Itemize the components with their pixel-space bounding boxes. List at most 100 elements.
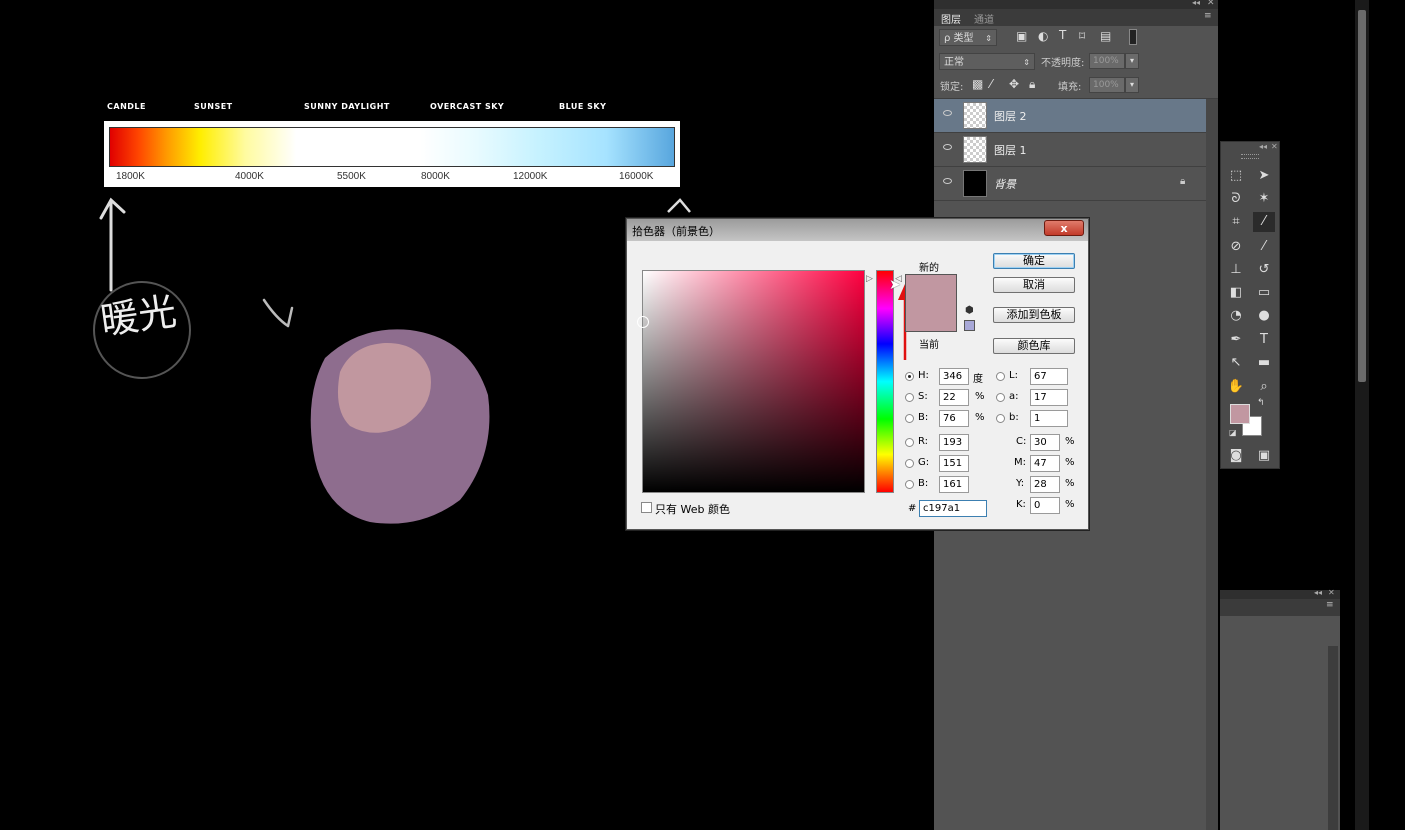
opacity-field[interactable]: 100% <box>1089 53 1125 69</box>
screen-mode-icon[interactable]: ▣ <box>1253 446 1275 466</box>
filter-kind-select[interactable]: ρ 类型 ⇕ <box>939 29 997 46</box>
image-filter-icon[interactable]: ▣ <box>1016 29 1027 43</box>
swap-colors-icon[interactable]: ↰ <box>1257 398 1265 408</box>
eraser-tool-icon[interactable]: ◧ <box>1225 283 1247 303</box>
dodge-tool-icon[interactable]: ● <box>1253 306 1275 326</box>
r-field[interactable]: 193 <box>939 434 969 451</box>
collapse-icon[interactable]: ◂◂ <box>1192 0 1200 7</box>
radio-lab-b[interactable] <box>996 414 1005 423</box>
radio-g[interactable] <box>905 459 914 468</box>
layer-row-2[interactable]: 图层 2 <box>934 99 1206 133</box>
pen-tool-icon[interactable]: ✒ <box>1225 330 1247 350</box>
grip-handle[interactable] <box>1241 154 1259 159</box>
shape-filter-icon[interactable]: ⌑ <box>1079 29 1085 43</box>
radio-s[interactable] <box>905 393 914 402</box>
radio-l[interactable] <box>996 372 1005 381</box>
g-field[interactable]: 151 <box>939 455 969 472</box>
arrow-up-right-stroke <box>667 198 691 213</box>
dialog-titlebar[interactable]: 拾色器（前景色） x <box>627 219 1088 241</box>
eyedropper-tool-icon[interactable]: ⁄ <box>1253 212 1275 232</box>
close-icon[interactable]: ✕ <box>1328 588 1335 597</box>
layer-row-background[interactable]: 背景 🔒︎ <box>934 167 1206 201</box>
radio-rgb-b[interactable] <box>905 480 914 489</box>
tab-layers[interactable]: 图层 <box>941 11 961 26</box>
panel-menu-icon[interactable]: ≡ <box>1326 600 1334 610</box>
radio-r[interactable] <box>905 438 914 447</box>
collapse-icon[interactable]: ◂◂ <box>1259 142 1267 151</box>
close-icon[interactable]: ✕ <box>1271 142 1278 151</box>
hue-slider-left-arrow[interactable]: ▷ <box>866 274 873 284</box>
radio-b[interactable] <box>905 414 914 423</box>
web-only-checkbox[interactable] <box>641 502 652 513</box>
marquee-tool-icon[interactable]: ⬚ <box>1225 166 1247 186</box>
color-field[interactable] <box>637 270 865 493</box>
lasso-tool-icon[interactable]: ᘐ <box>1225 189 1247 209</box>
blend-mode-select[interactable]: 正常 ⇕ <box>939 53 1035 70</box>
quick-mask-icon[interactable]: ◙ <box>1225 446 1247 466</box>
filter-toggle[interactable] <box>1129 29 1137 45</box>
secondary-scrollbar[interactable] <box>1328 646 1338 830</box>
panel-menu-icon[interactable]: ≡ <box>1204 11 1212 21</box>
eye-icon[interactable] <box>943 178 952 184</box>
h-field[interactable]: 346 <box>939 368 969 385</box>
lock-all-icon[interactable]: 🔒︎ <box>1029 77 1035 92</box>
radio-h[interactable] <box>905 372 914 381</box>
web-safe-swatch-icon[interactable] <box>964 320 975 331</box>
lock-position-icon[interactable]: ✥ <box>1009 77 1019 91</box>
rgb-b-field[interactable]: 161 <box>939 476 969 493</box>
path-selection-tool-icon[interactable]: ↖ <box>1225 353 1247 373</box>
y-field[interactable]: 28 <box>1030 476 1060 493</box>
foreground-color-swatch[interactable] <box>1230 404 1250 424</box>
move-tool-icon[interactable]: ➤ <box>1253 166 1275 186</box>
brush-tool-icon[interactable]: ⁄ <box>1253 237 1275 257</box>
history-brush-tool-icon[interactable]: ↺ <box>1253 260 1275 280</box>
m-field[interactable]: 47 <box>1030 455 1060 472</box>
hand-tool-icon[interactable]: ✋ <box>1225 377 1247 397</box>
s-field[interactable]: 22 <box>939 389 969 406</box>
opacity-dropdown-icon[interactable]: ▾ <box>1125 53 1139 69</box>
crop-tool-icon[interactable]: ⌗ <box>1225 212 1247 232</box>
fill-dropdown-icon[interactable]: ▾ <box>1125 77 1139 93</box>
collapse-icon[interactable]: ◂◂ <box>1314 588 1322 597</box>
hue-slider[interactable] <box>876 270 894 493</box>
l-field[interactable]: 67 <box>1030 368 1068 385</box>
eye-icon[interactable] <box>943 144 952 150</box>
tab-channels[interactable]: 通道 <box>974 11 994 26</box>
smart-object-filter-icon[interactable]: ▤ <box>1100 29 1111 43</box>
dialog-close-button[interactable]: x <box>1044 220 1084 236</box>
blur-tool-icon[interactable]: ◔ <box>1225 306 1247 326</box>
hex-field[interactable]: c197a1 <box>919 500 987 517</box>
c-field[interactable]: 30 <box>1030 434 1060 451</box>
rectangle-tool-icon[interactable]: ▬ <box>1253 353 1275 373</box>
color-libraries-button[interactable]: 颜色库 <box>993 338 1075 354</box>
cancel-button[interactable]: 取消 <box>993 277 1075 293</box>
layer-name: 背景 <box>994 178 1016 191</box>
default-colors-icon[interactable]: ◪ <box>1229 428 1237 437</box>
magic-wand-tool-icon[interactable]: ✶ <box>1253 189 1275 209</box>
type-tool-icon[interactable]: T <box>1253 330 1275 350</box>
clone-stamp-tool-icon[interactable]: ⊥ <box>1225 260 1247 280</box>
fill-field[interactable]: 100% <box>1089 77 1125 93</box>
radio-a[interactable] <box>996 393 1005 402</box>
b-field[interactable]: 76 <box>939 410 969 427</box>
a-field[interactable]: 17 <box>1030 389 1068 406</box>
gradient-tool-icon[interactable]: ▭ <box>1253 283 1275 303</box>
healing-brush-tool-icon[interactable]: ⊘ <box>1225 237 1247 257</box>
lock-brush-icon[interactable]: ⁄ <box>990 77 992 91</box>
k-field[interactable]: 0 <box>1030 497 1060 514</box>
ok-button[interactable]: 确定 <box>993 253 1075 269</box>
close-icon[interactable]: ✕ <box>1207 0 1215 8</box>
eye-icon[interactable] <box>943 110 952 116</box>
type-filter-icon[interactable]: T <box>1059 28 1066 42</box>
layer-row-1[interactable]: 图层 1 <box>934 133 1206 167</box>
gamut-warning-icon[interactable]: ⬢ <box>965 305 974 316</box>
document-vertical-scrollbar[interactable] <box>1355 0 1369 830</box>
layers-scrollbar[interactable] <box>1206 99 1218 830</box>
scrollbar-thumb[interactable] <box>1358 10 1366 382</box>
add-to-swatches-button[interactable]: 添加到色板 <box>993 307 1075 323</box>
adjustment-filter-icon[interactable]: ◐ <box>1038 29 1048 43</box>
lab-b-field[interactable]: 1 <box>1030 410 1068 427</box>
lock-pixels-icon[interactable]: ▩ <box>972 77 983 91</box>
zoom-tool-icon[interactable]: ⌕ <box>1253 377 1275 397</box>
color-field-marker[interactable] <box>637 316 649 328</box>
